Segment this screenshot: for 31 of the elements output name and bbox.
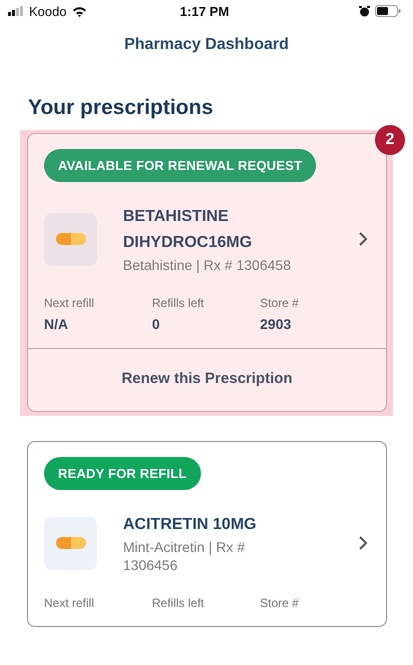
stat-value: N/A xyxy=(44,316,70,332)
prescription-card[interactable]: READY FOR REFILL ACITRETIN 10MG Mint-Acitretin | Rx # 1306456 Next refill Refills left Store # xyxy=(27,441,387,627)
stat-label: Refills left xyxy=(152,596,206,610)
drug-name: BETAHISTINE DIHYDROC16MG xyxy=(123,207,253,253)
alarm-icon xyxy=(358,6,370,16)
renew-button[interactable]: Renew this Prescription xyxy=(28,348,386,411)
wifi-icon xyxy=(72,6,87,16)
stat-label: Refills left xyxy=(152,296,206,310)
battery-icon xyxy=(374,5,401,17)
drug-details: Betahistine | Rx # 1306458 xyxy=(123,256,292,274)
stat-label: Store # xyxy=(260,596,300,610)
stat-label: Next refill xyxy=(44,596,96,610)
annotation-badge: 2 xyxy=(375,125,405,155)
signal-icon xyxy=(8,6,24,16)
drug-details: Mint-Acitretin | Rx # 1306456 xyxy=(123,538,246,574)
clock-time: 1:17 PM xyxy=(180,4,230,18)
drug-name: ACITRETIN 10MG xyxy=(123,515,258,535)
stat-value: 0 xyxy=(152,316,161,332)
status-chip: AVAILABLE FOR RENEWAL REQUEST xyxy=(44,149,316,182)
stat-label: Store # xyxy=(260,296,300,310)
stat-label: Next refill xyxy=(44,296,96,310)
chevron-right-icon[interactable] xyxy=(358,231,368,247)
pill-icon xyxy=(44,516,97,570)
page-title: Pharmacy Dashboard xyxy=(123,36,290,54)
section-heading: Your prescriptions xyxy=(28,96,214,120)
status-chip: READY FOR REFILL xyxy=(44,457,201,490)
pill-icon xyxy=(44,212,97,266)
prescription-card[interactable]: AVAILABLE FOR RENEWAL REQUEST BETAHISTINE DIHYDROC16MG Betahistine | Rx # 1306458 Next refill N/A Refills left 0 Store # 2903 Renew this Prescription xyxy=(27,133,387,412)
stat-value: 2903 xyxy=(260,316,292,332)
chevron-right-icon[interactable] xyxy=(358,535,368,551)
carrier-name: Koodo xyxy=(29,4,67,18)
